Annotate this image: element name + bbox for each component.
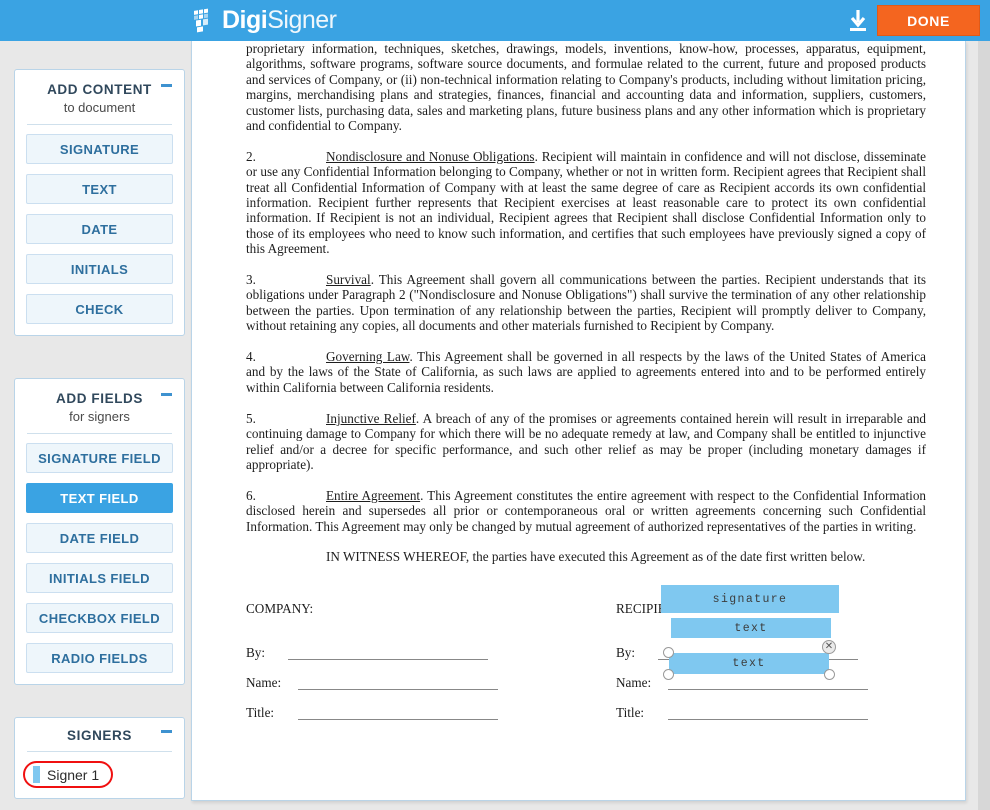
paragraph-4-heading: Governing Law <box>326 349 410 365</box>
paragraph-5-heading: Injunctive Relief <box>326 410 416 426</box>
recipient-title-row: Title: <box>616 693 936 723</box>
company-title-line <box>298 719 498 720</box>
text-field-button[interactable]: TEXT FIELD <box>26 483 173 513</box>
panel-add-fields-header: ADD FIELDS for signers <box>15 379 184 424</box>
signature-block: COMPANY: By: Name: Title: RECIPIENT: By:… <box>246 585 936 741</box>
panel-add-fields-body: SIGNATURE FIELD TEXT FIELD DATE FIELD IN… <box>15 434 184 684</box>
recipient-name-label: Name: <box>616 675 652 690</box>
sidebar: ADD CONTENT to document SIGNATURE TEXT D… <box>0 41 190 810</box>
document-scrollbar[interactable] <box>978 41 990 810</box>
paragraph-3-number: 3. <box>246 272 256 288</box>
panel-add-fields-subtitle: for signers <box>69 409 130 424</box>
paragraph-2: 2. Nondisclosure and Nonuse Obligations. … <box>246 149 926 257</box>
company-title-row: Title: <box>246 693 576 723</box>
recipient-title-line <box>668 719 868 720</box>
company-name-line <box>298 689 498 690</box>
download-icon[interactable] <box>843 6 873 36</box>
signer-list-item[interactable]: Signer 1 <box>23 761 114 788</box>
brand-name-light: Signer <box>267 6 337 34</box>
add-initials-button[interactable]: INITIALS <box>26 254 173 284</box>
recipient-by-label: By: <box>616 645 636 660</box>
signer-label: Signer 1 <box>47 766 100 783</box>
brand-name-bold: Digi <box>222 6 268 34</box>
document-viewport[interactable]: proprietary information, techniques, ske… <box>190 41 990 810</box>
paragraph-5-number: 5. <box>246 410 256 426</box>
paragraph-4: 4. Governing Law. This Agreement shall be… <box>246 349 926 395</box>
minus-icon[interactable] <box>161 393 172 396</box>
add-date-button[interactable]: DATE <box>26 214 173 244</box>
panel-signers: SIGNERS Signer 1 <box>14 717 185 799</box>
digisigner-checkered-flag-icon <box>193 8 219 34</box>
paragraph-3-heading: Survival <box>326 272 371 288</box>
company-by-label: By: <box>246 645 266 660</box>
recipient-title-label: Title: <box>616 705 645 720</box>
recipient-name-line <box>668 689 868 690</box>
paragraph-4-number: 4. <box>246 349 256 365</box>
company-name-row: Name: <box>246 663 576 693</box>
done-button[interactable]: DONE <box>877 5 980 36</box>
paragraph-6: 6. Entire Agreement. This Agreement const… <box>246 488 926 534</box>
company-heading: COMPANY: <box>246 601 314 616</box>
signer-color-chip <box>33 766 40 783</box>
company-title-label: Title: <box>246 705 275 720</box>
app-header: DigiSigner DONE <box>0 0 990 41</box>
paragraph-continued-text: proprietary information, techniques, ske… <box>246 41 926 134</box>
panel-signers-header: SIGNERS <box>15 718 184 743</box>
panel-add-fields: ADD FIELDS for signers SIGNATURE FIELD T… <box>14 378 185 685</box>
paragraph-2-heading: Nondisclosure and Nonuse Obligations <box>326 148 535 164</box>
add-text-button[interactable]: TEXT <box>26 174 173 204</box>
panel-add-content-body: SIGNATURE TEXT DATE INITIALS CHECK <box>15 125 184 335</box>
resize-handle-bottom-right[interactable] <box>824 669 835 680</box>
panel-add-content-title: ADD CONTENT <box>47 82 152 97</box>
panel-add-content: ADD CONTENT to document SIGNATURE TEXT D… <box>14 69 185 336</box>
paragraph-3: 3. Survival. This Agreement shall govern … <box>246 272 926 334</box>
panel-signers-title: SIGNERS <box>67 728 132 743</box>
paragraph-6-number: 6. <box>246 487 256 503</box>
paragraph-6-heading: Entire Agreement <box>326 487 421 503</box>
recipient-signature-column: RECIPIENT: By: Name: Title: signature te… <box>616 585 936 723</box>
signature-field-button[interactable]: SIGNATURE FIELD <box>26 443 173 473</box>
add-signature-button[interactable]: SIGNATURE <box>26 134 173 164</box>
panel-add-content-subtitle: to document <box>63 100 136 115</box>
minus-icon[interactable] <box>161 84 172 87</box>
company-name-label: Name: <box>246 675 282 690</box>
initials-field-button[interactable]: INITIALS FIELD <box>26 563 173 593</box>
add-check-button[interactable]: CHECK <box>26 294 173 324</box>
placed-signature-field-value: signature <box>712 592 788 606</box>
paragraph-5: 5. Injunctive Relief. A breach of any of … <box>246 411 926 473</box>
paragraph-2-text: . Recipient will maintain in confidence … <box>246 148 926 257</box>
resize-handle-top-left[interactable] <box>663 647 674 658</box>
placed-name-text-field[interactable]: text <box>671 618 831 638</box>
panel-signers-body: Signer 1 <box>15 752 184 798</box>
paragraph-continued: proprietary information, techniques, ske… <box>246 41 926 133</box>
document-page: proprietary information, techniques, ske… <box>191 41 966 801</box>
placed-name-text-field-value: text <box>734 621 768 635</box>
minus-icon[interactable] <box>161 730 172 733</box>
placed-title-text-field-selected[interactable]: text ✕ <box>663 640 836 680</box>
paragraph-2-number: 2. <box>246 148 256 164</box>
checkbox-field-button[interactable]: CHECKBOX FIELD <box>26 603 173 633</box>
panel-add-fields-title: ADD FIELDS <box>56 391 143 406</box>
panel-add-content-header: ADD CONTENT to document <box>15 70 184 115</box>
placed-signature-field[interactable]: signature <box>661 585 839 613</box>
company-by-line <box>288 659 488 660</box>
resize-handle-bottom-left[interactable] <box>663 669 674 680</box>
close-icon[interactable]: ✕ <box>822 640 836 654</box>
radio-fields-button[interactable]: RADIO FIELDS <box>26 643 173 673</box>
document-text: proprietary information, techniques, ske… <box>246 41 926 565</box>
company-signature-column: COMPANY: By: Name: Title: <box>246 601 576 723</box>
brand-logo: DigiSigner <box>193 4 337 37</box>
placed-title-text-field-value: text <box>732 657 766 670</box>
date-field-button[interactable]: DATE FIELD <box>26 523 173 553</box>
witness-line: IN WITNESS WHEREOF, the parties have exe… <box>326 549 866 565</box>
company-by-row: By: <box>246 633 576 663</box>
brand-name: DigiSigner <box>222 6 337 34</box>
